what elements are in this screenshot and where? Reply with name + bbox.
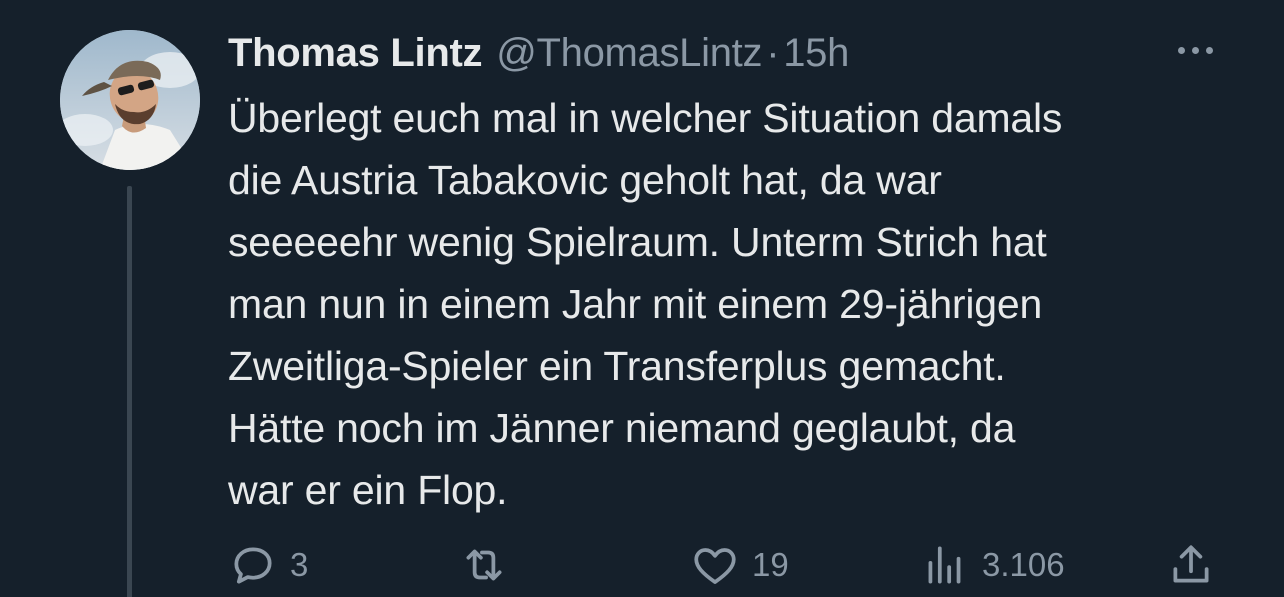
tweet-header: Thomas Lintz @ThomasLintz · 15h bbox=[228, 26, 849, 80]
display-name[interactable]: Thomas Lintz bbox=[228, 31, 482, 76]
tweet[interactable]: Thomas Lintz @ThomasLintz · 15h Überlegt… bbox=[0, 0, 1284, 597]
retweet-button[interactable] bbox=[458, 540, 522, 590]
tweet-text-line: Zweitliga-Spieler ein Transferplus gemac… bbox=[228, 343, 1006, 389]
avatar[interactable] bbox=[60, 30, 200, 170]
tweet-text-line: war er ein Flop. bbox=[228, 467, 508, 513]
user-handle[interactable]: @ThomasLintz bbox=[496, 31, 762, 76]
share-button[interactable] bbox=[1166, 540, 1216, 590]
retweet-icon bbox=[466, 549, 502, 581]
views-button[interactable]: 3.106 bbox=[920, 540, 1065, 590]
avatar-photo bbox=[60, 30, 200, 170]
tweet-text: Überlegt euch mal in welcher Situation d… bbox=[228, 87, 1238, 521]
tweet-text-line: seeeeehr wenig Spielraum. Unterm Strich … bbox=[228, 219, 1047, 265]
reply-count: 3 bbox=[290, 546, 309, 583]
thread-line bbox=[127, 186, 132, 597]
tweet-text-line: die Austria Tabakovic geholt hat, da war bbox=[228, 157, 942, 203]
tweet-text-line: man nun in einem Jahr mit einem 29-jähri… bbox=[228, 281, 1043, 327]
reply-button[interactable]: 3 bbox=[228, 540, 308, 590]
more-button[interactable] bbox=[1172, 32, 1220, 68]
more-horizontal-icon bbox=[1206, 47, 1213, 54]
share-icon bbox=[1173, 545, 1209, 583]
header-separator: · bbox=[766, 30, 780, 75]
tweet-text-line: Hätte noch im Jänner niemand geglaubt, d… bbox=[228, 405, 1016, 451]
reply-icon bbox=[234, 547, 272, 584]
more-horizontal-icon bbox=[1192, 47, 1199, 54]
views-count: 3.106 bbox=[982, 546, 1065, 583]
more-horizontal-icon bbox=[1178, 47, 1185, 54]
analytics-icon bbox=[928, 546, 961, 584]
like-button[interactable]: 19 bbox=[690, 540, 789, 590]
tweet-timestamp[interactable]: 15h bbox=[783, 31, 849, 76]
tweet-text-line: Überlegt euch mal in welcher Situation d… bbox=[228, 95, 1063, 141]
like-count: 19 bbox=[752, 546, 789, 583]
heart-icon bbox=[694, 548, 736, 584]
